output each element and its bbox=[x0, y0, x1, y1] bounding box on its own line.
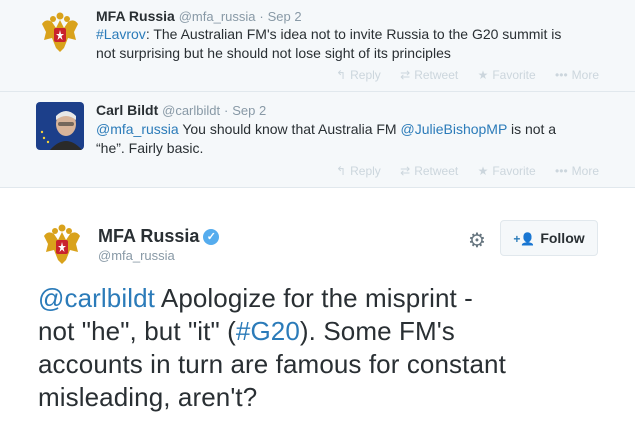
retweet-label: Retweet bbox=[414, 164, 459, 178]
profile-photo-icon bbox=[36, 102, 84, 150]
follow-button[interactable]: +👤 Follow bbox=[500, 220, 598, 256]
tweet-text-part: : The Australian FM's idea not to invite… bbox=[145, 26, 562, 42]
author-name[interactable]: Carl Bildt bbox=[96, 102, 158, 118]
author-handle[interactable]: @mfa_russia bbox=[179, 9, 256, 24]
avatar-mfa-russia[interactable] bbox=[38, 222, 86, 270]
tweet-mfa-russia-lavrov: MFA Russia @mfa_russia · Sep 2 #Lavrov: … bbox=[0, 0, 635, 92]
reply-button[interactable]: ↰ Reply bbox=[336, 164, 381, 178]
hashtag-link[interactable]: #G20 bbox=[236, 316, 300, 346]
mention-link[interactable]: @mfa_russia bbox=[96, 121, 179, 137]
tweet-text-part: is not a bbox=[507, 121, 557, 137]
star-icon: ★ bbox=[477, 164, 489, 178]
favorite-button[interactable]: ★ Favorite bbox=[478, 68, 536, 82]
reply-label: Reply bbox=[350, 164, 381, 178]
tweet-text-part: misleading, aren't? bbox=[38, 382, 258, 412]
tweet-text-part: Apologize for the misprint - bbox=[154, 283, 473, 313]
retweet-icon: ⇄ bbox=[400, 68, 411, 82]
more-button[interactable]: ••• More bbox=[555, 68, 599, 82]
retweet-icon: ⇄ bbox=[400, 164, 411, 178]
tweet-date[interactable]: Sep 2 bbox=[232, 103, 266, 118]
retweet-label: Retweet bbox=[414, 68, 459, 82]
follow-label: Follow bbox=[540, 230, 585, 246]
mention-link[interactable]: @JulieBishopMP bbox=[401, 121, 508, 137]
tweet-text-part: not surprising but he should not lose si… bbox=[96, 45, 451, 61]
favorite-button[interactable]: ★ Favorite bbox=[478, 164, 536, 178]
tweet-text-part: not "he", but "it" ( bbox=[38, 316, 236, 346]
tweet-actions: ↰ Reply ⇄ Retweet ★ Favorite ••• More bbox=[320, 164, 599, 178]
reply-icon: ↰ bbox=[336, 164, 347, 178]
tweet-text: #Lavrov: The Australian FM's idea not to… bbox=[96, 25, 616, 63]
author-handle[interactable]: @carlbildt bbox=[162, 103, 220, 118]
tweet-carl-bildt: Carl Bildt @carlbildt · Sep 2 @mfa_russi… bbox=[0, 92, 635, 188]
more-button[interactable]: ••• More bbox=[555, 164, 599, 178]
gear-icon[interactable]: ⚙ bbox=[468, 228, 486, 253]
main-tweet: MFA Russia ✓ @mfa_russia ⚙ +👤 Follow @carl… bbox=[0, 188, 635, 423]
tweet-text-part: accounts in turn are famous for constant bbox=[38, 349, 506, 379]
coat-of-arms-icon bbox=[44, 224, 80, 264]
more-dots-icon: ••• bbox=[555, 164, 568, 178]
reply-icon: ↰ bbox=[336, 68, 347, 82]
reply-button[interactable]: ↰ Reply bbox=[336, 68, 381, 82]
retweet-button[interactable]: ⇄ Retweet bbox=[400, 68, 458, 82]
tweet-text: @mfa_russia You should know that Austral… bbox=[96, 120, 616, 158]
tweet-actions: ↰ Reply ⇄ Retweet ★ Favorite ••• More bbox=[320, 68, 599, 82]
more-dots-icon: ••• bbox=[555, 68, 568, 82]
more-label: More bbox=[571, 164, 599, 178]
hashtag-link[interactable]: #Lavrov bbox=[96, 26, 146, 42]
separator-dot: · bbox=[224, 103, 229, 118]
coat-of-arms-icon bbox=[36, 10, 84, 58]
tweet-text: @carlbildt Apologize for the misprint - … bbox=[38, 282, 598, 414]
author-name-text: MFA Russia bbox=[98, 226, 200, 246]
verified-badge-icon: ✓ bbox=[203, 229, 220, 245]
author-name[interactable]: MFA Russia bbox=[96, 8, 175, 24]
tweet-text-part: “he”. Fairly basic. bbox=[96, 140, 204, 156]
avatar-carl-bildt[interactable] bbox=[36, 102, 84, 150]
author-name[interactable]: MFA Russia ✓ bbox=[98, 226, 220, 247]
mention-link[interactable]: @carlbildt bbox=[38, 283, 155, 313]
tweet-date[interactable]: Sep 2 bbox=[268, 9, 302, 24]
tweet-text-part: You should know that Australia FM bbox=[178, 121, 401, 137]
star-icon: ★ bbox=[477, 68, 489, 82]
more-label: More bbox=[571, 68, 599, 82]
separator-dot: · bbox=[259, 9, 264, 24]
avatar-mfa-russia[interactable] bbox=[36, 10, 84, 58]
retweet-button[interactable]: ⇄ Retweet bbox=[400, 164, 458, 178]
favorite-label: Favorite bbox=[492, 164, 536, 178]
add-user-icon: +👤 bbox=[513, 232, 536, 246]
favorite-label: Favorite bbox=[492, 68, 536, 82]
reply-label: Reply bbox=[350, 68, 381, 82]
tweet-text-part: ). Some FM's bbox=[299, 316, 455, 346]
author-handle[interactable]: @mfa_russia bbox=[98, 248, 175, 263]
